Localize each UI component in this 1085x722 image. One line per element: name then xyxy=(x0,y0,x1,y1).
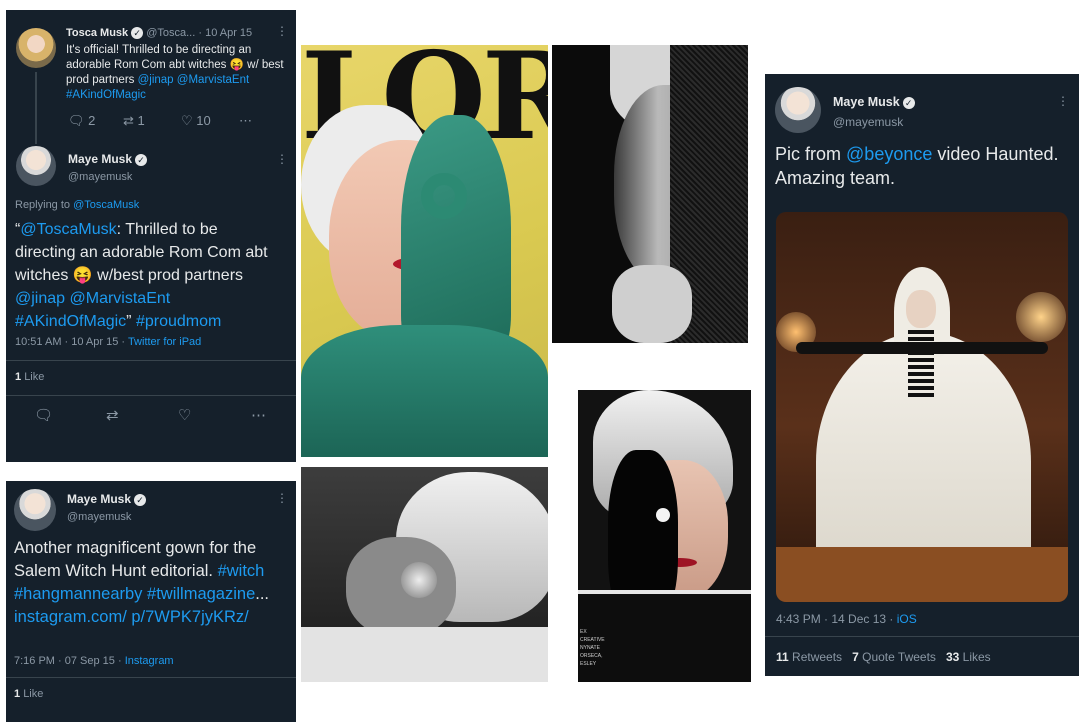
like-icon[interactable]: ♡ xyxy=(178,406,191,424)
like-count[interactable]: 1 Like xyxy=(14,688,43,700)
author-name[interactable]: Maye Musk xyxy=(833,95,900,109)
hashtag-link[interactable]: #witch xyxy=(218,562,265,580)
verified-icon: ✓ xyxy=(135,153,148,166)
mention-link[interactable]: @MarvistaEnt xyxy=(177,74,249,86)
hashtag-link[interactable]: #AKindOfMagic xyxy=(15,313,126,330)
share-icon[interactable]: ⋯ xyxy=(251,406,266,424)
avatar[interactable] xyxy=(14,489,56,531)
black-necklace xyxy=(908,330,934,400)
tweet-text: Another magnificent gown for the Salem W… xyxy=(14,539,270,626)
haunted-video-still[interactable] xyxy=(776,212,1068,602)
verified-icon: ✓ xyxy=(902,96,915,109)
green-turtleneck xyxy=(301,325,548,457)
candle-glow xyxy=(1016,292,1066,342)
like-button[interactable]: ♡ 10 xyxy=(181,113,211,129)
retweet-icon[interactable]: ⇄ xyxy=(106,406,119,424)
avatar[interactable] xyxy=(775,87,821,133)
divider xyxy=(6,360,296,361)
tweet-text: Pic from @beyonce video Haunted. Amazing… xyxy=(775,144,1059,188)
mention-link[interactable]: @ToscaMusk xyxy=(73,199,139,211)
more-icon[interactable]: ⋮ xyxy=(1057,94,1069,108)
reply-button[interactable]: 🗨 2 xyxy=(68,113,95,129)
veil-portrait-photo xyxy=(552,45,748,343)
divider xyxy=(6,677,296,678)
tweet-text: It's official! Thrilled to be directing … xyxy=(66,44,284,101)
author-name[interactable]: Tosca Musk xyxy=(66,27,128,39)
client-link[interactable]: iOS xyxy=(897,612,917,626)
mention-link[interactable]: @beyonce xyxy=(846,144,932,164)
author-name[interactable]: Maye Musk xyxy=(67,492,131,506)
tweet-date[interactable]: · 10 Apr 15 xyxy=(198,27,252,39)
verified-icon: ✓ xyxy=(134,493,147,506)
hand xyxy=(612,265,692,343)
author-name[interactable]: Maye Musk xyxy=(68,152,132,166)
tweet-timestamp: 7:16 PM · 07 Sep 15 · Instagram xyxy=(14,655,174,667)
reclining-portrait-photo xyxy=(301,467,548,682)
more-icon[interactable]: ⋮ xyxy=(276,24,288,38)
replying-to: Replying to @ToscaMusk xyxy=(15,199,140,211)
black-glove-portrait-photo: EX CREATIVE NYNATE ORSECA, ESLEY xyxy=(578,390,751,682)
tweet-text: “@ToscaMusk: Thrilled to be directing an… xyxy=(15,221,268,330)
more-icon[interactable]: ⋮ xyxy=(276,152,288,166)
mention-link[interactable]: @jinap xyxy=(15,290,65,307)
retweet-count[interactable]: 11 Retweets xyxy=(776,650,842,664)
like-count[interactable]: 1 Like xyxy=(15,371,44,383)
mention-link[interactable]: @MarvistaEnt xyxy=(70,290,171,307)
share-icon[interactable]: ⋯ xyxy=(239,113,252,129)
hashtag-link[interactable]: #twillmagazine xyxy=(147,585,255,603)
table-surface xyxy=(301,627,548,682)
like-icon: ♡ xyxy=(181,113,193,128)
tweet-card: Maye Musk ✓ @mayemusk ⋮ Pic from @beyonce… xyxy=(765,74,1079,676)
more-icon[interactable]: ⋮ xyxy=(276,491,288,505)
tweet-thread-card: Tosca Musk ✓ @Tosca... · 10 Apr 15 ⋮ It's… xyxy=(6,10,296,462)
verified-icon: ✓ xyxy=(131,27,144,40)
avatar[interactable] xyxy=(16,28,56,68)
retweet-button[interactable]: ⇄ 1 xyxy=(123,113,145,129)
wooden-floor xyxy=(776,547,1068,602)
pearl-ring xyxy=(656,508,670,522)
instagram-link[interactable]: instagram.com/ p/7WPK7jyKRz/ xyxy=(14,608,249,626)
client-link[interactable]: Twitter for iPad xyxy=(128,336,201,348)
rose xyxy=(401,562,437,598)
quote-count[interactable]: 7 Quote Tweets xyxy=(852,650,936,664)
tweet-header: Tosca Musk ✓ @Tosca... · 10 Apr 15 xyxy=(66,27,291,40)
author-handle[interactable]: @mayemusk xyxy=(67,511,131,523)
tweet-timestamp: 10:51 AM · 10 Apr 15 · Twitter for iPad xyxy=(15,336,202,348)
like-count[interactable]: 33 Likes xyxy=(946,650,991,664)
divider xyxy=(765,636,1079,637)
reply-icon[interactable]: 🗨 xyxy=(34,406,53,424)
face xyxy=(906,290,936,328)
green-glove-ring xyxy=(421,173,467,219)
hashtag-link[interactable]: #proudmom xyxy=(136,313,221,330)
author-handle[interactable]: @Tosca... xyxy=(146,27,195,39)
hashtag-link[interactable]: #hangmannearby xyxy=(14,585,142,603)
thread-line xyxy=(35,72,37,144)
retweet-icon: ⇄ xyxy=(123,113,134,128)
mention-link[interactable]: @ToscaMusk xyxy=(20,221,116,238)
mention-link[interactable]: @jinap xyxy=(138,74,174,86)
divider xyxy=(6,395,296,396)
engagement-stats: 11 Retweets 7 Quote Tweets 33 Likes xyxy=(776,650,991,664)
author-handle[interactable]: @mayemusk xyxy=(833,115,903,129)
tweet-timestamp: 4:43 PM · 14 Dec 13 · iOS xyxy=(776,612,917,626)
hashtag-link[interactable]: #AKindOfMagic xyxy=(66,89,146,101)
author-handle[interactable]: @mayemusk xyxy=(68,171,132,183)
magazine-cover-photo: LOR xyxy=(301,45,548,457)
tweet-header: Maye Musk ✓ xyxy=(833,95,915,109)
reply-header: Maye Musk ✓ xyxy=(68,152,148,166)
avatar[interactable] xyxy=(16,146,56,186)
reply-icon: 🗨 xyxy=(68,113,85,128)
tweet-card: Maye Musk ✓ @mayemusk ⋮ Another magnifice… xyxy=(6,481,296,722)
client-link[interactable]: Instagram xyxy=(125,655,174,667)
face xyxy=(346,537,456,637)
tweet-header: Maye Musk ✓ xyxy=(67,492,147,506)
photo-credit: EX CREATIVE NYNATE ORSECA, ESLEY xyxy=(580,629,605,667)
